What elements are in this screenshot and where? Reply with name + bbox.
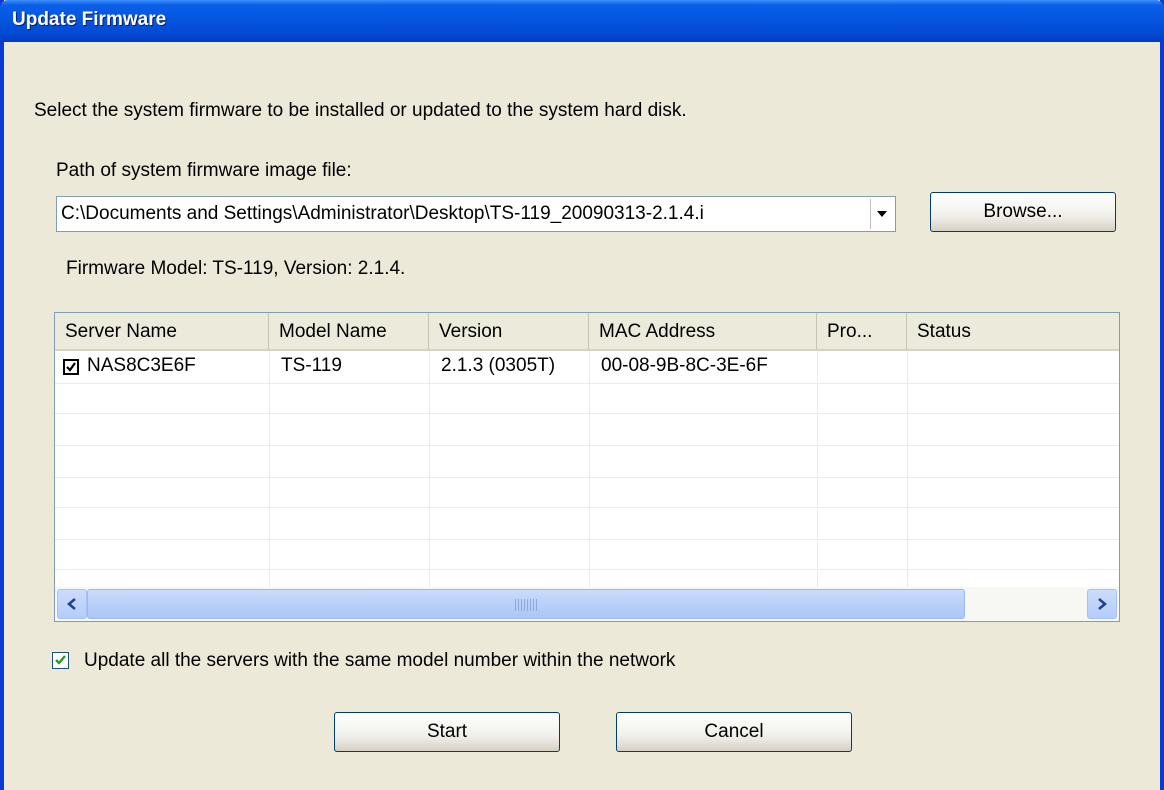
- cancel-button[interactable]: Cancel: [616, 712, 852, 752]
- title-bar[interactable]: Update Firmware: [0, 0, 1164, 42]
- chevron-left-icon: [67, 598, 76, 610]
- start-button[interactable]: Start: [334, 712, 560, 752]
- scroll-left-button[interactable]: [57, 589, 87, 619]
- grid-line: [55, 413, 1119, 414]
- grid-line: [429, 351, 430, 587]
- checkmark-icon: [66, 362, 76, 372]
- firmware-path-value: C:\Documents and Settings\Administrator\…: [61, 203, 704, 224]
- grid-line: [55, 445, 1119, 446]
- grid-line: [55, 569, 1119, 570]
- grid-line: [55, 507, 1119, 508]
- path-label: Path of system firmware image file:: [56, 160, 352, 181]
- column-header-status[interactable]: Status: [907, 313, 1119, 349]
- server-list[interactable]: Server Name Model Name Version MAC Addre…: [54, 312, 1120, 622]
- dropdown-arrow-icon[interactable]: [870, 199, 893, 229]
- firmware-model-info: Firmware Model: TS-119, Version: 2.1.4.: [66, 258, 406, 279]
- column-header-progress[interactable]: Pro...: [817, 313, 907, 349]
- version-cell: 2.1.3 (0305T): [441, 355, 556, 376]
- grid-line: [55, 383, 1119, 384]
- column-header-server-name[interactable]: Server Name: [55, 313, 269, 349]
- column-header-mac-address[interactable]: MAC Address: [589, 313, 817, 349]
- scroll-right-button[interactable]: [1087, 589, 1117, 619]
- browse-button[interactable]: Browse...: [930, 192, 1116, 232]
- table-row[interactable]: NAS8C3E6F TS-119 2.1.3 (0305T) 00-08-9B-…: [55, 351, 1119, 383]
- update-all-checkbox[interactable]: [52, 652, 69, 669]
- column-header-version[interactable]: Version: [429, 313, 589, 349]
- column-header-model-name[interactable]: Model Name: [269, 313, 429, 349]
- grid-line: [817, 351, 818, 587]
- grid-line: [589, 351, 590, 587]
- list-header: Server Name Model Name Version MAC Addre…: [55, 313, 1119, 351]
- horizontal-scrollbar[interactable]: [55, 587, 1119, 621]
- firmware-path-combobox[interactable]: C:\Documents and Settings\Administrator\…: [56, 196, 896, 232]
- update-all-label[interactable]: Update all the servers with the same mod…: [84, 650, 675, 672]
- chevron-right-icon: [1098, 598, 1107, 610]
- server-name-cell: NAS8C3E6F: [87, 355, 196, 376]
- mac-address-cell: 00-08-9B-8C-3E-6F: [601, 355, 768, 376]
- window-title: Update Firmware: [12, 9, 167, 30]
- instructions-text: Select the system firmware to be install…: [34, 100, 687, 121]
- scroll-thumb[interactable]: [87, 589, 965, 619]
- update-firmware-window: Update Firmware Select the system firmwa…: [0, 0, 1164, 790]
- grid-line: [55, 539, 1119, 540]
- grid-line: [907, 351, 908, 587]
- checkmark-icon: [55, 655, 66, 665]
- grid-line: [269, 351, 270, 587]
- grid-line: [55, 477, 1119, 478]
- row-checkbox[interactable]: [63, 359, 79, 375]
- model-name-cell: TS-119: [281, 355, 342, 376]
- grip-icon: [515, 599, 537, 611]
